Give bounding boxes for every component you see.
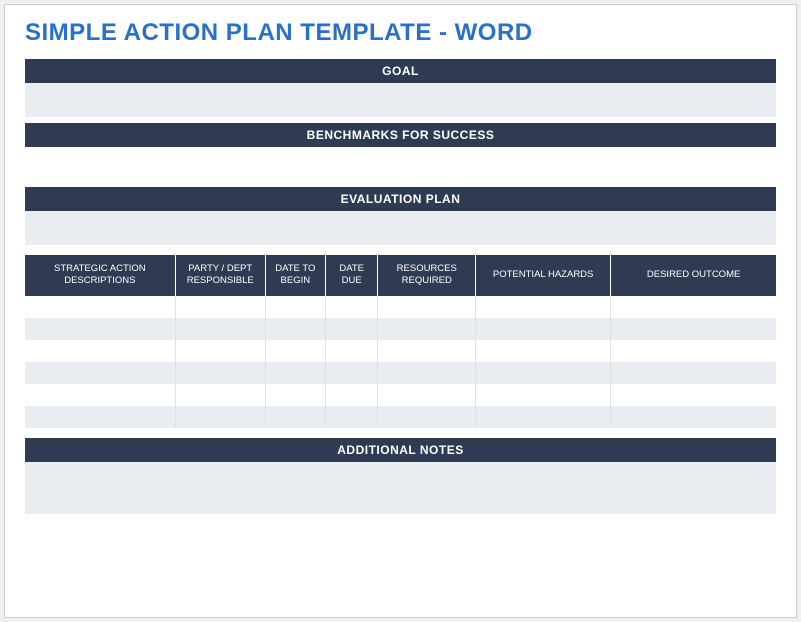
cell-date-due[interactable]: [325, 362, 378, 384]
cell-resources[interactable]: [378, 340, 476, 362]
benchmarks-header: BENCHMARKS FOR SUCCESS: [25, 123, 776, 147]
table-row: [25, 318, 776, 340]
cell-hazards[interactable]: [476, 318, 611, 340]
cell-date-begin[interactable]: [265, 296, 325, 318]
document-page: SIMPLE ACTION PLAN TEMPLATE - WORD GOAL …: [4, 4, 797, 618]
cell-date-due[interactable]: [325, 340, 378, 362]
page-title: SIMPLE ACTION PLAN TEMPLATE - WORD: [25, 19, 776, 47]
cell-date-begin[interactable]: [265, 384, 325, 406]
cell-outcome[interactable]: [611, 296, 776, 318]
cell-date-due[interactable]: [325, 296, 378, 318]
table-row: [25, 362, 776, 384]
cell-hazards[interactable]: [476, 384, 611, 406]
table-header-row: STRATEGIC ACTION DESCRIPTIONS PARTY / DE…: [25, 255, 776, 296]
col-resources: RESOURCES REQUIRED: [378, 255, 476, 296]
cell-party-responsible[interactable]: [175, 296, 265, 318]
cell-date-begin[interactable]: [265, 340, 325, 362]
cell-resources[interactable]: [378, 296, 476, 318]
cell-resources[interactable]: [378, 318, 476, 340]
cell-date-begin[interactable]: [265, 406, 325, 428]
col-date-due: DATE DUE: [325, 255, 378, 296]
cell-strategic-action[interactable]: [25, 296, 175, 318]
cell-party-responsible[interactable]: [175, 340, 265, 362]
cell-resources[interactable]: [378, 362, 476, 384]
cell-date-due[interactable]: [325, 406, 378, 428]
table-body: [25, 296, 776, 428]
table-row: [25, 406, 776, 428]
col-hazards: POTENTIAL HAZARDS: [476, 255, 611, 296]
cell-party-responsible[interactable]: [175, 318, 265, 340]
notes-header: ADDITIONAL NOTES: [25, 438, 776, 462]
cell-hazards[interactable]: [476, 362, 611, 384]
goal-header: GOAL: [25, 59, 776, 83]
col-strategic-action: STRATEGIC ACTION DESCRIPTIONS: [25, 255, 175, 296]
cell-date-begin[interactable]: [265, 362, 325, 384]
notes-field[interactable]: [25, 462, 776, 514]
cell-date-due[interactable]: [325, 384, 378, 406]
cell-resources[interactable]: [378, 384, 476, 406]
cell-date-begin[interactable]: [265, 318, 325, 340]
cell-outcome[interactable]: [611, 406, 776, 428]
cell-outcome[interactable]: [611, 340, 776, 362]
cell-party-responsible[interactable]: [175, 362, 265, 384]
col-outcome: DESIRED OUTCOME: [611, 255, 776, 296]
cell-outcome[interactable]: [611, 384, 776, 406]
evaluation-field[interactable]: [25, 211, 776, 245]
cell-party-responsible[interactable]: [175, 406, 265, 428]
col-party-responsible: PARTY / DEPT RESPONSIBLE: [175, 255, 265, 296]
cell-strategic-action[interactable]: [25, 406, 175, 428]
cell-strategic-action[interactable]: [25, 318, 175, 340]
cell-strategic-action[interactable]: [25, 340, 175, 362]
cell-date-due[interactable]: [325, 318, 378, 340]
cell-hazards[interactable]: [476, 296, 611, 318]
cell-hazards[interactable]: [476, 340, 611, 362]
cell-resources[interactable]: [378, 406, 476, 428]
goal-field[interactable]: [25, 83, 776, 117]
cell-outcome[interactable]: [611, 318, 776, 340]
table-row: [25, 340, 776, 362]
benchmarks-field[interactable]: [25, 147, 776, 181]
action-table: STRATEGIC ACTION DESCRIPTIONS PARTY / DE…: [25, 255, 776, 428]
cell-strategic-action[interactable]: [25, 384, 175, 406]
evaluation-header: EVALUATION PLAN: [25, 187, 776, 211]
table-row: [25, 296, 776, 318]
cell-party-responsible[interactable]: [175, 384, 265, 406]
cell-outcome[interactable]: [611, 362, 776, 384]
cell-hazards[interactable]: [476, 406, 611, 428]
col-date-begin: DATE TO BEGIN: [265, 255, 325, 296]
cell-strategic-action[interactable]: [25, 362, 175, 384]
table-row: [25, 384, 776, 406]
